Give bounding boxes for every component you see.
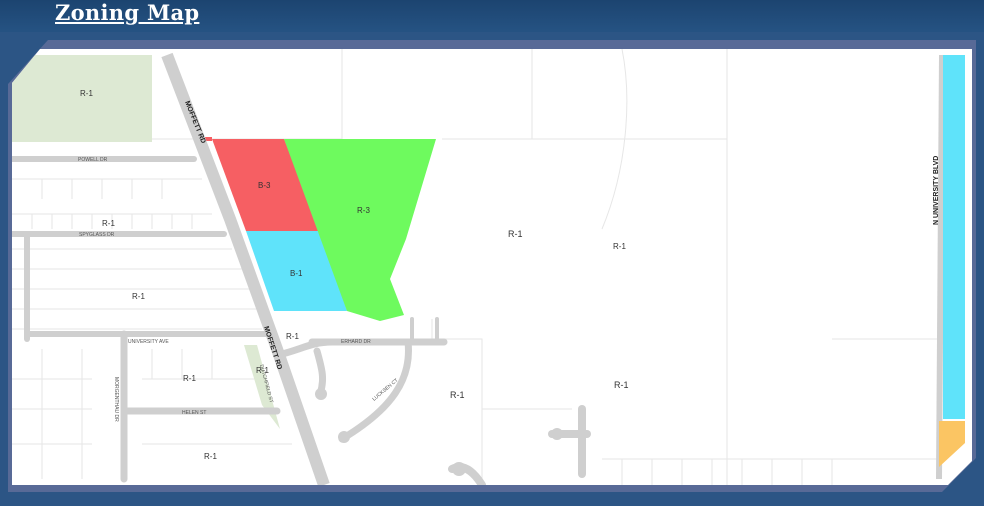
zone-label-r1-southwest: R-1 <box>204 452 217 461</box>
zone-label-r1-south-park: R-1 <box>256 366 269 375</box>
zone-label-r3: R-3 <box>357 206 370 215</box>
zone-label-r1-park: R-1 <box>80 89 93 98</box>
zone-label-r1-east: R-1 <box>613 242 626 251</box>
n-university-blvd <box>936 54 945 480</box>
n-university-blvd-label: N UNIVERSITY BLVD <box>933 156 940 225</box>
corridor-b1-strip[interactable] <box>943 55 965 419</box>
morgenthau-dr-label: MORGENTHAU DR <box>113 377 119 422</box>
zone-label-r1-spyglass: R-1 <box>102 219 115 228</box>
zone-label-r1-west: R-1 <box>132 292 145 301</box>
zoning-map[interactable]: MOFFETT RD MOFFETT RD N UNIVERSITY BLVD … <box>12 49 972 485</box>
zone-label-r1-southeast: R-1 <box>614 380 629 390</box>
helen-st-label: HELEN ST <box>182 410 206 416</box>
spyglass-dr-label: SPYGLASS DR <box>79 232 115 238</box>
r1-park-parcel[interactable] <box>12 55 152 142</box>
zone-label-r1-center: R-1 <box>508 229 523 239</box>
erhard-dr-label: ERHARD DR <box>341 339 371 345</box>
powell-dr-label: POWELL DR <box>78 157 108 163</box>
zone-label-r1-moffett: R-1 <box>286 332 299 341</box>
university-ave-label: UNIVERSITY AVE <box>128 339 169 345</box>
page-title: Zoning Map <box>55 0 200 25</box>
zone-label-b1: B-1 <box>290 269 303 278</box>
corridor-orange-strip[interactable] <box>939 421 965 467</box>
zone-label-r1-helen: R-1 <box>183 374 196 383</box>
zone-label-b3: B-3 <box>258 181 271 190</box>
zone-label-r1-lucksen: R-1 <box>450 390 465 400</box>
